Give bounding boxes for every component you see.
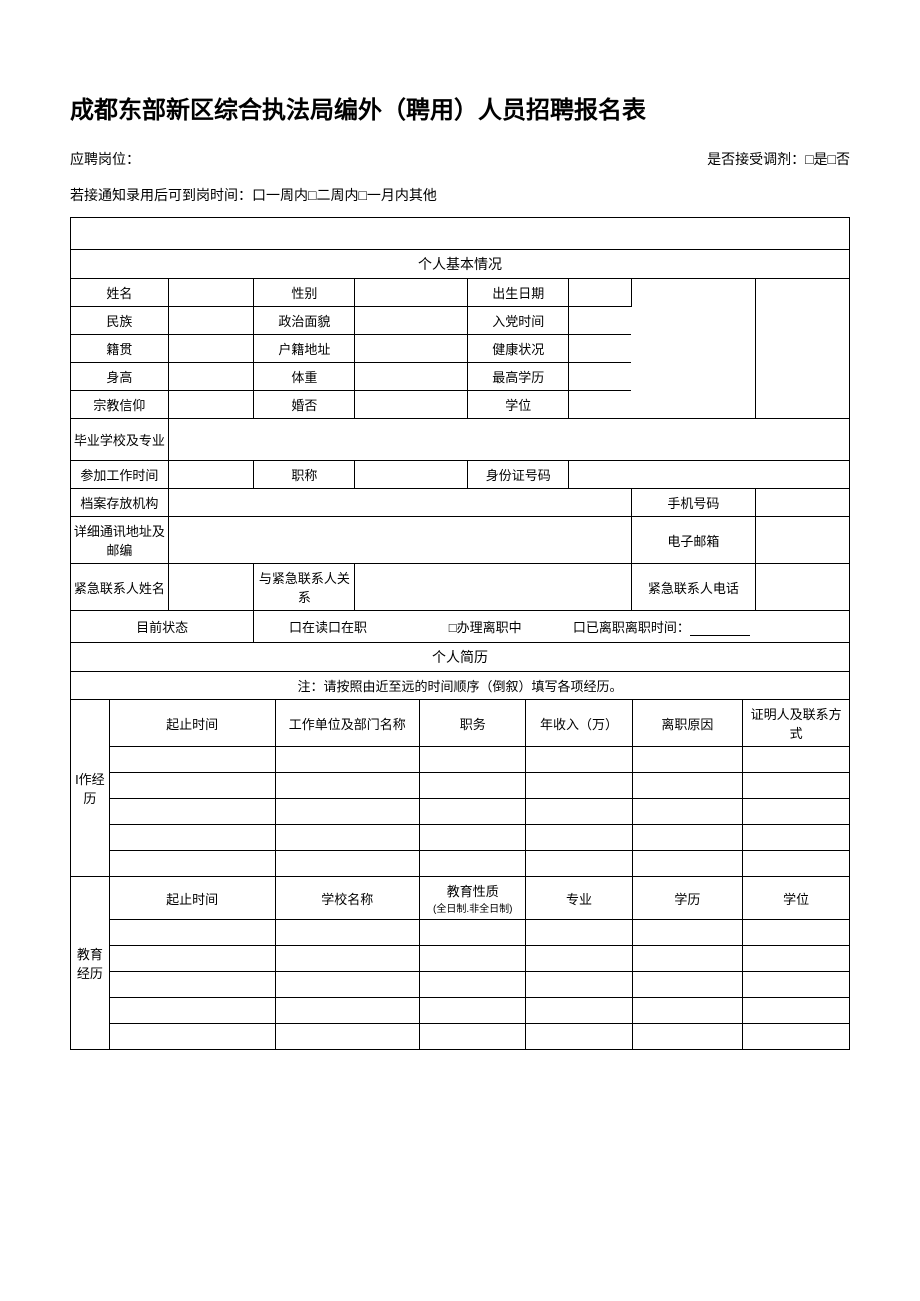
label-marriage: 婚否 [254,391,355,419]
input-religion[interactable] [168,391,254,419]
label-height: 身高 [71,363,168,391]
label-emerg-phone: 紧急联系人电话 [631,564,755,611]
input-phone[interactable] [756,489,849,517]
edu-row [71,972,849,998]
label-status: 目前状态 [71,611,254,643]
edu-row [71,946,849,972]
input-archive[interactable] [168,489,631,517]
input-hukou[interactable] [355,335,468,363]
photo-slot-ext [756,279,849,419]
work-section-label: I作经历 [71,700,109,877]
edu-col-school: 学校名称 [275,877,420,920]
label-edu: 最高学历 [468,363,569,391]
input-email[interactable] [756,517,849,564]
label-degree: 学位 [468,391,569,419]
label-address: 详细通讯地址及邮编 [71,517,168,564]
input-emerg-name[interactable] [168,564,254,611]
education-table: 教育经历 起止时间 学校名称 教育性质(全日制.非全日制) 专业 学历 学位 [71,877,849,1050]
basic-info-table: 个人基本情况 姓名 性别 出生日期 民族 政治面貌 入党时间 籍贯 户籍地址 健… [71,250,849,700]
edu-col-period: 起止时间 [109,877,275,920]
input-school[interactable] [168,419,849,461]
label-birth: 出生日期 [468,279,569,307]
label-health: 健康状况 [468,335,569,363]
edu-col-degree: 学位 [743,877,849,920]
input-ethnic[interactable] [168,307,254,335]
edu-col-level: 学历 [632,877,743,920]
input-title[interactable] [355,461,468,489]
work-row [71,773,849,799]
arrival-label: 若接通知录用后可到岗时间：口一周内□二周内□一月内其他 [70,185,850,205]
input-weight[interactable] [355,363,468,391]
label-phone: 手机号码 [631,489,755,517]
edu-row [71,920,849,946]
edu-col-major: 专业 [526,877,632,920]
input-work-time[interactable] [168,461,254,489]
input-origin[interactable] [168,335,254,363]
input-degree[interactable] [569,391,631,419]
edu-section-label: 教育经历 [71,877,109,1050]
work-col-ref: 证明人及联系方式 [743,700,849,747]
label-emerg-rel: 与紧急联系人关系 [254,564,355,611]
label-id: 身份证号码 [468,461,569,489]
transfer-label: 是否接受调剂：□是□否 [707,149,850,169]
work-row [71,851,849,877]
label-hukou: 户籍地址 [254,335,355,363]
input-height[interactable] [168,363,254,391]
label-origin: 籍贯 [71,335,168,363]
section-basic-header: 个人基本情况 [71,250,849,279]
input-gender[interactable] [355,279,468,307]
work-row [71,747,849,773]
work-col-job: 职务 [420,700,526,747]
edu-col-nature: 教育性质(全日制.非全日制) [420,877,526,920]
status-opt2[interactable]: □办理离职中 [402,611,569,643]
form-container: 个人基本情况 姓名 性别 出生日期 民族 政治面貌 入党时间 籍贯 户籍地址 健… [70,217,850,1050]
work-experience-table: I作经历 起止时间 工作单位及部门名称 职务 年收入（万） 离职原因 证明人及联… [71,700,849,877]
note: 注：请按照由近至远的时间顺序（倒叙）填写各项经历。 [71,672,849,700]
work-row [71,825,849,851]
input-emerg-phone[interactable] [756,564,849,611]
photo-slot[interactable] [631,279,755,419]
input-party-time[interactable] [569,307,631,335]
status-opt3[interactable]: 口已离职离职时间： [569,611,849,643]
label-emerg-name: 紧急联系人姓名 [71,564,168,611]
work-col-income: 年收入（万） [526,700,632,747]
input-marriage[interactable] [355,391,468,419]
label-political: 政治面貌 [254,307,355,335]
label-gender: 性别 [254,279,355,307]
label-archive: 档案存放机构 [71,489,168,517]
work-col-unit: 工作单位及部门名称 [275,700,420,747]
input-id[interactable] [569,461,849,489]
label-religion: 宗教信仰 [71,391,168,419]
position-label: 应聘岗位： [70,149,140,169]
edu-row [71,1024,849,1050]
label-school: 毕业学校及专业 [71,419,168,461]
input-birth[interactable] [569,279,631,307]
label-title: 职称 [254,461,355,489]
label-party-time: 入党时间 [468,307,569,335]
label-ethnic: 民族 [71,307,168,335]
status-opt1[interactable]: 口在读口在职 [254,611,402,643]
input-address[interactable] [168,517,631,564]
work-row [71,799,849,825]
page-title: 成都东部新区综合执法局编外（聘用）人员招聘报名表 [70,90,850,125]
label-weight: 体重 [254,363,355,391]
work-col-period: 起止时间 [109,700,275,747]
edu-row [71,998,849,1024]
label-email: 电子邮箱 [631,517,755,564]
input-name[interactable] [168,279,254,307]
label-name: 姓名 [71,279,168,307]
input-emerg-rel[interactable] [355,564,631,611]
input-edu[interactable] [569,363,631,391]
section-resume-header: 个人简历 [71,643,849,672]
input-political[interactable] [355,307,468,335]
label-work-time: 参加工作时间 [71,461,168,489]
input-health[interactable] [569,335,631,363]
work-col-reason: 离职原因 [632,700,743,747]
